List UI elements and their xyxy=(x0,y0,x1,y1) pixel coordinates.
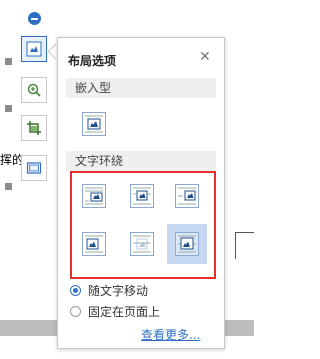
wrap-section-heading: 文字环绕 xyxy=(66,151,216,171)
resize-handle[interactable] xyxy=(5,105,12,112)
inline-section-heading: 嵌入型 xyxy=(66,78,216,98)
close-button[interactable]: ✕ xyxy=(199,50,211,64)
frame-icon xyxy=(26,162,42,174)
layout-options-popup: 布局选项 ✕ 嵌入型 文字环绕 随文字移动 固定在页面上 查看更多... xyxy=(57,37,225,349)
collapse-button[interactable] xyxy=(28,12,41,25)
document-shape-edge xyxy=(235,232,254,259)
image-layout-icon xyxy=(26,41,42,57)
close-icon: ✕ xyxy=(199,49,211,65)
radio-move-with-text[interactable]: 随文字移动 xyxy=(70,282,148,298)
zoom-in-icon xyxy=(27,83,41,97)
border-button[interactable] xyxy=(21,155,47,181)
radio-label: 固定在页面上 xyxy=(88,304,161,319)
zoom-button[interactable] xyxy=(21,77,47,103)
minus-circle-icon xyxy=(31,17,38,20)
resize-handle[interactable] xyxy=(5,183,12,190)
wrap-inline-icon xyxy=(82,112,106,136)
wrap-options-highlight xyxy=(70,171,216,279)
radio-fix-on-page[interactable]: 固定在页面上 xyxy=(70,303,160,319)
crop-button[interactable] xyxy=(21,115,47,141)
radio-button-unchecked[interactable] xyxy=(70,305,81,317)
radio-label: 随文字移动 xyxy=(88,283,149,298)
layout-options-button[interactable] xyxy=(21,36,47,62)
radio-button-checked[interactable] xyxy=(70,284,81,296)
wrap-option-inline[interactable] xyxy=(74,104,114,144)
crop-icon xyxy=(27,121,41,135)
resize-handle[interactable] xyxy=(5,58,12,65)
popup-title: 布局选项 xyxy=(68,54,117,68)
see-more-link[interactable]: 查看更多... xyxy=(141,326,200,343)
